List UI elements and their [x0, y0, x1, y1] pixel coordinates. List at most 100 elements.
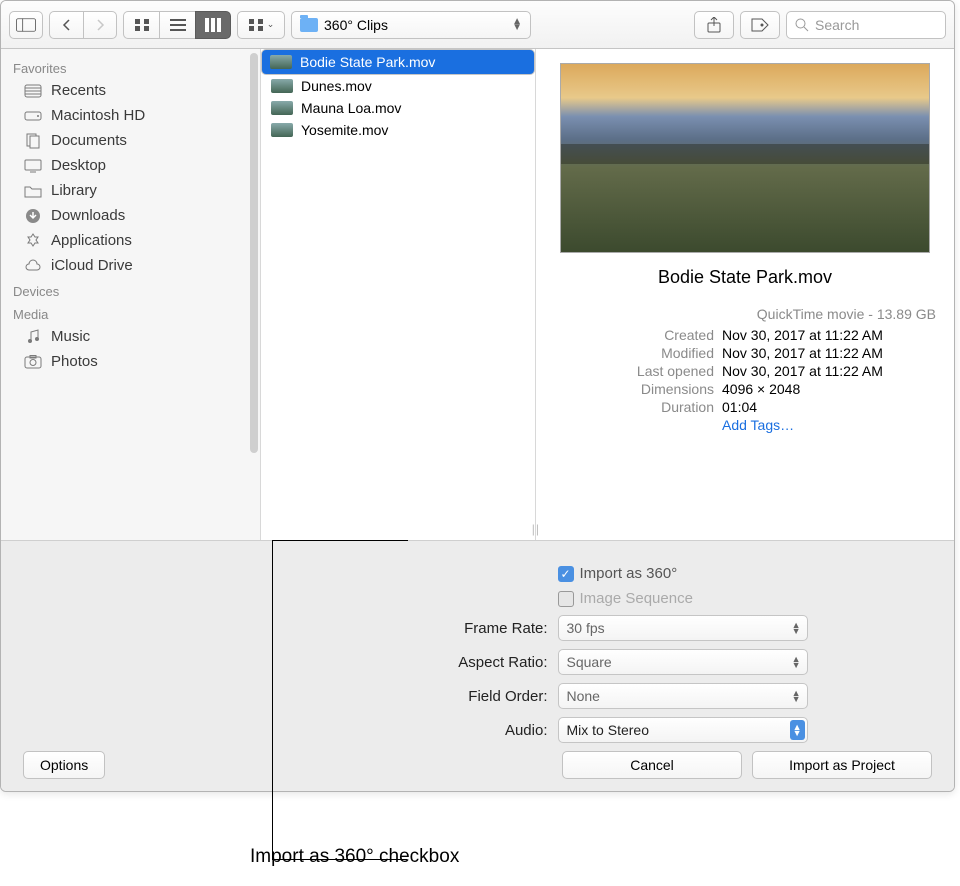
- sidebar-toggle-button[interactable]: [9, 11, 43, 39]
- sidebar-item-photos[interactable]: Photos: [1, 349, 260, 374]
- checkbox-label: Import as 360°: [580, 565, 678, 582]
- tags-button[interactable]: [740, 11, 780, 39]
- meta-key: Created: [554, 327, 714, 343]
- sidebar-item-label: Photos: [51, 353, 98, 370]
- button-label: Import as Project: [789, 757, 895, 773]
- list-view-button[interactable]: [159, 11, 195, 39]
- search-field[interactable]: Search: [786, 11, 946, 39]
- frame-rate-select: 30 fps▲▼: [558, 615, 808, 641]
- sidebar-item-label: iCloud Drive: [51, 257, 133, 274]
- downloads-icon: [23, 208, 43, 224]
- import-options-panel: ✓ Import as 360° Image Sequence Frame Rat…: [1, 540, 954, 791]
- folder-icon: [300, 18, 318, 32]
- column-view-button[interactable]: [195, 11, 231, 39]
- button-label: Options: [40, 757, 88, 773]
- dialog-button-row: Options Cancel Import as Project: [19, 743, 936, 779]
- meta-key: Last opened: [554, 363, 714, 379]
- file-row[interactable]: Bodie State Park.mov: [261, 49, 535, 75]
- checkbox-label: Image Sequence: [580, 590, 693, 607]
- sidebar-item-label: Downloads: [51, 207, 125, 224]
- preview-type-line: QuickTime movie - 13.89 GB: [554, 306, 936, 322]
- sidebar-item-macintosh-hd[interactable]: Macintosh HD: [1, 103, 260, 128]
- aspect-ratio-label: Aspect Ratio:: [148, 654, 548, 671]
- folder-icon: [23, 183, 43, 199]
- file-name: Dunes.mov: [301, 78, 372, 94]
- sidebar-item-documents[interactable]: Documents: [1, 128, 260, 153]
- preview-pane: Bodie State Park.mov QuickTime movie - 1…: [536, 49, 954, 540]
- back-button[interactable]: [49, 11, 83, 39]
- meta-value: 4096 × 2048: [722, 381, 800, 397]
- meta-value: Nov 30, 2017 at 11:22 AM: [722, 363, 883, 379]
- sidebar-item-label: Desktop: [51, 157, 106, 174]
- desktop-icon: [23, 158, 43, 174]
- checkbox-icon: ✓: [558, 566, 574, 582]
- import-as-project-button[interactable]: Import as Project: [752, 751, 932, 779]
- movie-thumb-icon: [271, 123, 293, 137]
- sidebar-item-downloads[interactable]: Downloads: [1, 203, 260, 228]
- chevron-updown-icon: ▲▼: [790, 720, 805, 740]
- select-value: Square: [567, 654, 612, 670]
- audio-label: Audio:: [148, 722, 548, 739]
- documents-icon: [23, 133, 43, 149]
- sidebar-item-label: Library: [51, 182, 97, 199]
- group-by-button[interactable]: ⌄: [237, 11, 285, 39]
- sidebar-item-music[interactable]: Music: [1, 324, 260, 349]
- sidebar-item-icloud[interactable]: iCloud Drive: [1, 253, 260, 278]
- applications-icon: [23, 233, 43, 249]
- movie-thumb-icon: [271, 79, 293, 93]
- chevron-updown-icon: ▲▼: [792, 690, 801, 702]
- import-360-checkbox-row[interactable]: ✓ Import as 360°: [558, 565, 808, 582]
- meta-value: 01:04: [722, 399, 757, 415]
- aspect-ratio-select: Square ▲▼: [558, 649, 808, 675]
- column-resize-handle[interactable]: ||: [532, 522, 540, 536]
- file-row[interactable]: Dunes.mov: [261, 75, 535, 97]
- preview-thumbnail: [560, 63, 930, 253]
- sidebar-item-library[interactable]: Library: [1, 178, 260, 203]
- music-icon: [23, 329, 43, 345]
- sidebar-item-recents[interactable]: Recents: [1, 78, 260, 103]
- meta-key: Modified: [554, 345, 714, 361]
- sidebar-item-applications[interactable]: Applications: [1, 228, 260, 253]
- audio-select[interactable]: Mix to Stereo▲▼: [558, 717, 808, 743]
- path-popup[interactable]: 360° Clips ▲▼: [291, 11, 531, 39]
- browser-body: Favorites Recents Macintosh HD Documents…: [1, 49, 954, 540]
- import-dialog-window: ⌄ 360° Clips ▲▼ Search Favorites Recents…: [0, 0, 955, 792]
- sidebar-item-label: Macintosh HD: [51, 107, 145, 124]
- field-order-label: Field Order:: [148, 688, 548, 705]
- share-button[interactable]: [694, 11, 734, 39]
- chevron-updown-icon: ▲▼: [792, 656, 801, 668]
- icon-view-button[interactable]: [123, 11, 159, 39]
- add-tags-link[interactable]: Add Tags…: [722, 417, 794, 433]
- search-placeholder: Search: [815, 17, 859, 33]
- chevron-updown-icon: ▲▼: [512, 19, 522, 31]
- view-mode-segment: [123, 11, 231, 39]
- frame-rate-label: Frame Rate:: [148, 620, 548, 637]
- meta-key: Dimensions: [554, 381, 714, 397]
- file-name: Mauna Loa.mov: [301, 100, 401, 116]
- options-button[interactable]: Options: [23, 751, 105, 779]
- scrollbar[interactable]: [250, 53, 258, 453]
- sidebar-section-media: Media: [1, 301, 260, 324]
- meta-value: Nov 30, 2017 at 11:22 AM: [722, 345, 883, 361]
- sidebar-item-label: Recents: [51, 82, 106, 99]
- forward-button[interactable]: [83, 11, 117, 39]
- preview-title: Bodie State Park.mov: [554, 267, 936, 288]
- sidebar-item-label: Documents: [51, 132, 127, 149]
- toolbar: ⌄ 360° Clips ▲▼ Search: [1, 1, 954, 49]
- chevron-updown-icon: ▲▼: [792, 622, 801, 634]
- file-row[interactable]: Mauna Loa.mov: [261, 97, 535, 119]
- movie-thumb-icon: [270, 55, 292, 69]
- sidebar-section-favorites: Favorites: [1, 55, 260, 78]
- button-label: Cancel: [630, 757, 674, 773]
- search-icon: [795, 18, 809, 32]
- cancel-button[interactable]: Cancel: [562, 751, 742, 779]
- sidebar-section-devices: Devices: [1, 278, 260, 301]
- disk-icon: [23, 108, 43, 124]
- file-row[interactable]: Yosemite.mov: [261, 119, 535, 141]
- sidebar-item-label: Music: [51, 328, 90, 345]
- path-label: 360° Clips: [324, 17, 388, 33]
- checkbox-icon: [558, 591, 574, 607]
- annotation-text: Import as 360° checkbox: [250, 846, 459, 868]
- meta-value: Nov 30, 2017 at 11:22 AM: [722, 327, 883, 343]
- sidebar-item-desktop[interactable]: Desktop: [1, 153, 260, 178]
